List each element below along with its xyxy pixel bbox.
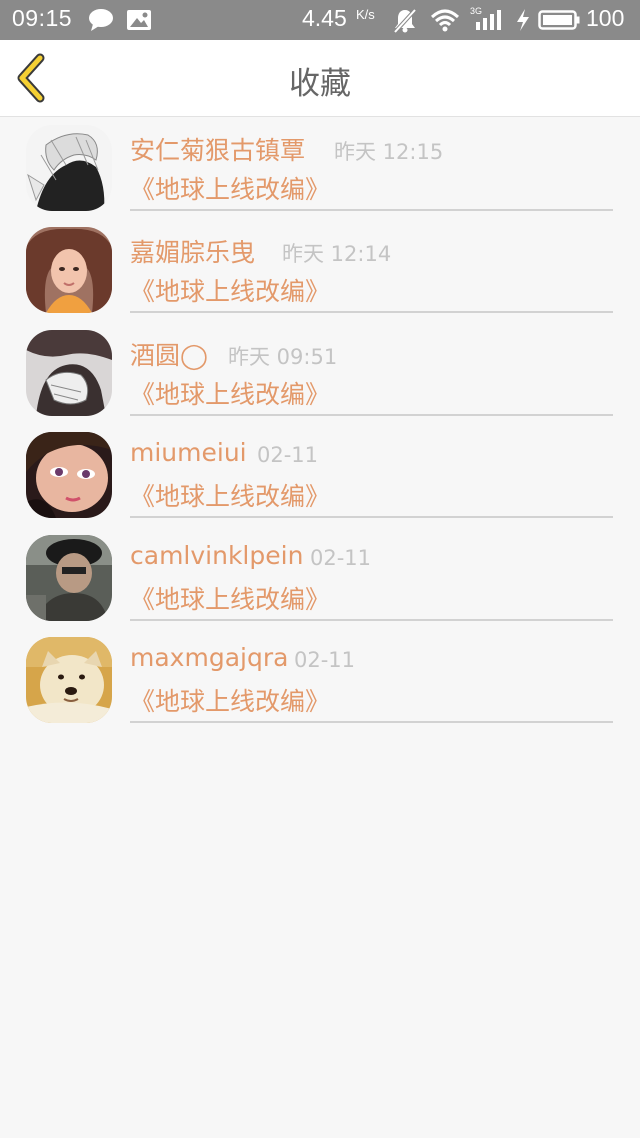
divider [130, 209, 613, 211]
item-name[interactable]: miumeiui [130, 438, 247, 467]
item-subtitle[interactable]: 《地球上线改编》 [130, 375, 330, 411]
list-item[interactable]: 嘉媚腙乐曳 昨天 12:14 《地球上线改编》 [0, 219, 640, 321]
list-item[interactable]: 安仁菊狠古镇覃 昨天 12:15 《地球上线改编》 [0, 117, 640, 219]
avatar[interactable] [26, 636, 112, 723]
item-subtitle[interactable]: 《地球上线改编》 [130, 580, 330, 616]
list-item[interactable]: miumeiui 02-11 《地球上线改编》 [0, 424, 640, 526]
avatar[interactable] [26, 227, 112, 314]
item-time: 昨天 09:51 [228, 344, 338, 369]
divider [130, 516, 613, 519]
wifi-icon [430, 8, 460, 36]
list-item[interactable]: 酒圆◯ 昨天 09:51 《地球上线改编》 [0, 322, 640, 424]
item-name[interactable]: 嘉媚腙乐曳 [130, 233, 255, 269]
item-time: 02-11 [294, 647, 356, 672]
item-time: 02-11 [257, 443, 319, 468]
divider [130, 413, 613, 416]
header: 收藏 [0, 40, 640, 117]
list-item[interactable]: camlvinklpein 02-11 《地球上线改编》 [0, 527, 640, 629]
avatar[interactable] [26, 125, 112, 211]
divider [130, 311, 613, 314]
item-name[interactable]: camlvinklpein [130, 541, 303, 570]
network-speed: 4.45 [302, 5, 347, 31]
image-notification-icon [126, 8, 152, 36]
item-subtitle[interactable]: 《地球上线改编》 [130, 170, 330, 206]
avatar[interactable] [26, 534, 112, 621]
network-speed-unit: K/s [356, 7, 375, 22]
battery-icon [538, 8, 580, 36]
item-subtitle[interactable]: 《地球上线改编》 [130, 272, 330, 308]
avatar[interactable] [26, 329, 112, 416]
item-time: 02-11 [310, 545, 372, 570]
page-title: 收藏 [289, 66, 351, 102]
item-name[interactable]: 安仁菊狠古镇覃 [130, 131, 305, 167]
item-name[interactable]: 酒圆◯ [130, 336, 208, 372]
item-subtitle[interactable]: 《地球上线改编》 [130, 477, 330, 513]
item-time: 昨天 12:15 [334, 140, 444, 164]
divider [130, 720, 613, 723]
status-bar: 09:15 4.45 K/s 3G 100 [0, 0, 640, 40]
mute-icon [393, 8, 417, 38]
signal-icon [470, 8, 506, 36]
favorites-list: 安仁菊狠古镇覃 昨天 12:15 《地球上线改编》 嘉媚腙乐曳 昨天 12:14… [0, 117, 640, 731]
item-time: 昨天 12:14 [282, 242, 392, 267]
charging-icon [515, 8, 531, 36]
item-name[interactable]: maxmgajqra [130, 643, 288, 672]
status-time: 09:15 [12, 5, 73, 31]
item-subtitle[interactable]: 《地球上线改编》 [130, 682, 330, 718]
avatar[interactable] [26, 432, 112, 519]
divider [130, 618, 613, 621]
battery-level: 100 [586, 5, 625, 31]
list-item[interactable]: maxmgajqra 02-11 《地球上线改编》 [0, 629, 640, 731]
chat-bubble-icon [88, 8, 114, 36]
